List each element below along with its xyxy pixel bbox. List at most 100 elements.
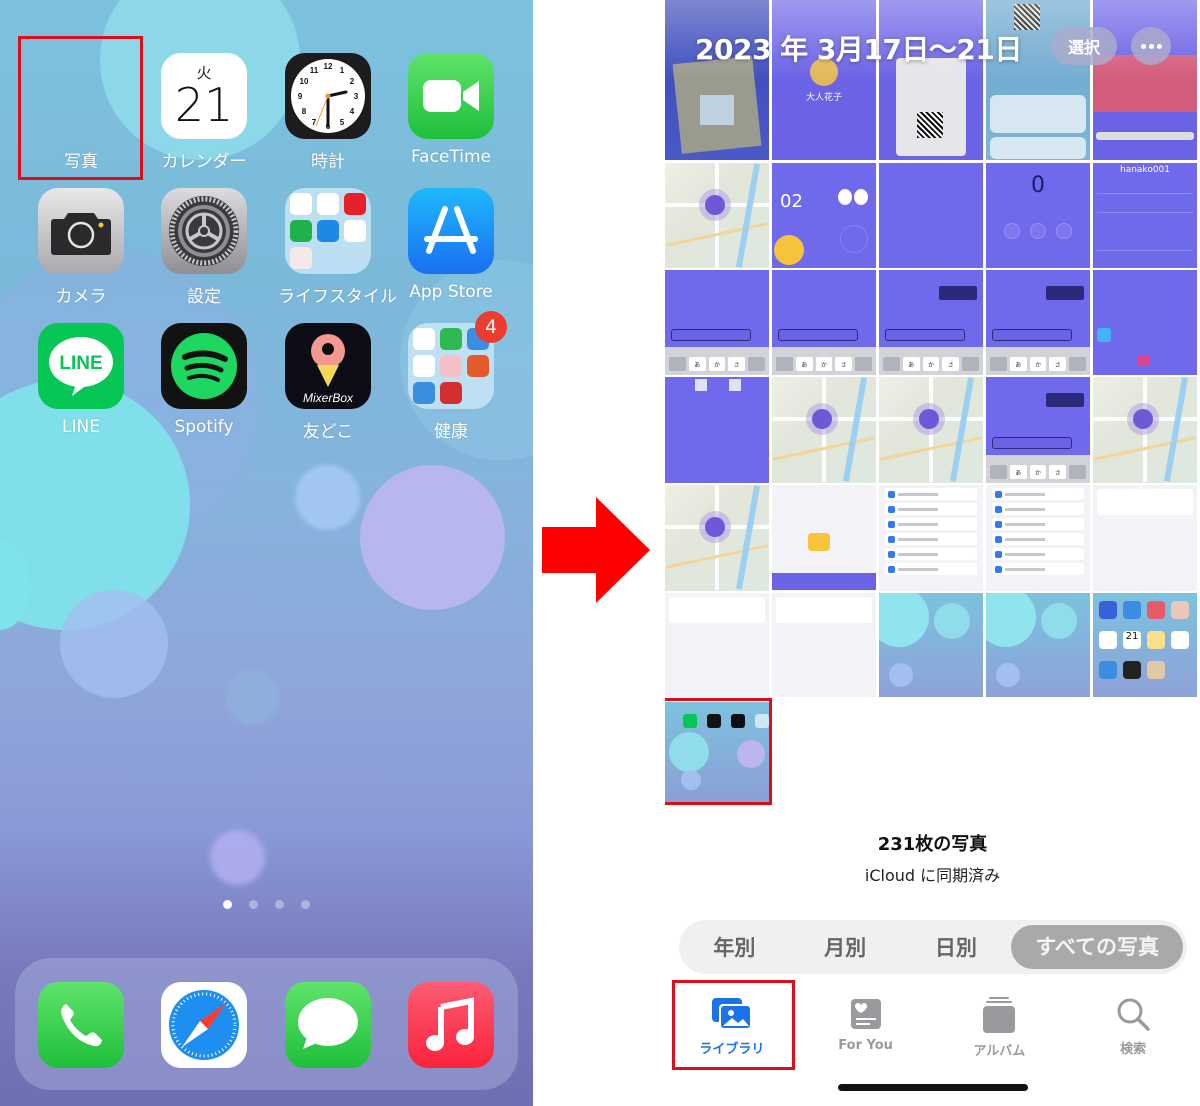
tab-albums[interactable]: アルバム <box>933 980 1067 1070</box>
svg-text:11: 11 <box>310 66 319 75</box>
facetime-icon <box>408 53 494 139</box>
photo-thumbnail[interactable] <box>986 593 1090 697</box>
app-label: FaceTime <box>410 147 492 167</box>
page-dot[interactable] <box>275 900 284 909</box>
date-range-title: 2023 年 3月17日〜21日 <box>695 33 1022 66</box>
tab-label: アルバム <box>973 1044 1026 1059</box>
home-indicator[interactable] <box>838 1084 1028 1091</box>
dock-safari[interactable] <box>154 982 254 1068</box>
safari-icon <box>161 982 247 1068</box>
photo-thumbnail[interactable] <box>1093 485 1197 591</box>
spotify-icon <box>161 323 247 409</box>
calendar-day: 21 <box>1125 631 1139 642</box>
mini-app-icon <box>467 355 489 377</box>
app-label: App Store <box>409 282 493 302</box>
highlight-box <box>18 36 143 180</box>
photo-thumbnail[interactable] <box>879 485 983 591</box>
mini-app-icon <box>290 220 312 242</box>
app-tomodoko[interactable]: MixerBox 友どこ <box>278 323 378 442</box>
photo-thumbnail[interactable] <box>1093 377 1197 483</box>
photo-thumbnail[interactable] <box>665 377 769 483</box>
photo-thumbnail[interactable]: 21 <box>1093 593 1197 697</box>
select-button[interactable]: 選択 <box>1051 27 1117 65</box>
photo-thumbnail[interactable] <box>772 485 876 591</box>
notification-badge: 4 <box>475 311 507 343</box>
app-label: 健康 <box>434 422 468 442</box>
messages-icon <box>285 982 371 1068</box>
counter-value: 02 <box>780 191 803 212</box>
app-clock[interactable]: 1212 345 678 91011 時計 <box>278 53 378 172</box>
photo-thumbnail[interactable]: 0 <box>986 163 1090 268</box>
segment-years[interactable]: 年別 <box>679 932 790 962</box>
segment-months[interactable]: 月別 <box>790 932 901 962</box>
dock-phone[interactable] <box>31 982 131 1068</box>
mini-app-icon <box>290 193 312 215</box>
photo-thumbnail[interactable]: あかさ <box>665 270 769 375</box>
mixerbox-icon: MixerBox <box>285 323 371 409</box>
photo-thumbnail[interactable]: hanako001 <box>1093 163 1197 268</box>
mini-app-icon <box>413 355 435 377</box>
folder-lifestyle[interactable]: ライフスタイル <box>278 188 397 307</box>
mini-app-icon <box>317 193 339 215</box>
photo-thumbnail[interactable] <box>986 485 1090 591</box>
app-calendar[interactable]: 火 21 カレンダー <box>154 53 254 172</box>
app-camera[interactable]: カメラ <box>31 188 131 307</box>
tab-for-you[interactable]: For You <box>799 980 933 1070</box>
right-arrow-icon <box>542 497 650 603</box>
folder-health[interactable]: 4 健康 <box>401 311 507 442</box>
view-segmented-control: 年別 月別 日別 すべての写真 <box>679 920 1187 974</box>
app-label: Spotify <box>174 417 234 437</box>
music-icon <box>408 982 494 1068</box>
app-line[interactable]: LINE LINE <box>31 323 131 437</box>
app-label: LINE <box>62 417 100 437</box>
for-you-icon <box>850 999 881 1029</box>
clock-icon: 1212 345 678 91011 <box>285 53 371 139</box>
photo-thumbnail[interactable] <box>1093 270 1197 375</box>
photo-thumbnail[interactable] <box>879 377 983 483</box>
username-label: hanako001 <box>1119 165 1170 175</box>
mini-app-icon <box>413 328 435 350</box>
page-dot[interactable] <box>223 900 232 909</box>
photo-thumbnail[interactable] <box>665 593 769 697</box>
app-spotify[interactable]: Spotify <box>154 323 254 437</box>
segment-all-photos[interactable]: すべての写真 <box>1011 925 1183 969</box>
tab-search[interactable]: 検索 <box>1066 980 1200 1070</box>
photo-thumbnail[interactable]: あかさ <box>986 270 1090 375</box>
mini-app-icon <box>317 220 339 242</box>
photo-thumbnail[interactable]: あかさ <box>986 377 1090 483</box>
dock-music[interactable] <box>401 982 501 1068</box>
app-store-icon <box>408 188 494 274</box>
app-settings[interactable]: 設定 <box>154 188 254 307</box>
phone-icon <box>38 982 124 1068</box>
app-label: 設定 <box>187 287 221 307</box>
svg-text:3: 3 <box>354 92 359 101</box>
segment-days[interactable]: 日別 <box>901 932 1012 962</box>
more-button[interactable] <box>1131 27 1171 65</box>
home-screen: 写真 火 21 カレンダー 1212 345 678 91011 <box>0 0 533 1106</box>
photo-thumbnail[interactable] <box>879 163 983 268</box>
dock-messages[interactable] <box>278 982 378 1068</box>
app-app-store[interactable]: App Store <box>401 188 501 302</box>
calendar-icon: 火 21 <box>161 53 247 139</box>
page-indicator[interactable] <box>0 900 533 909</box>
svg-text:8: 8 <box>302 107 307 116</box>
highlight-box <box>665 698 772 805</box>
wallpaper-bubble <box>225 670 280 725</box>
page-dot[interactable] <box>301 900 310 909</box>
line-logo-text: LINE <box>59 353 102 374</box>
photo-thumbnail[interactable] <box>772 377 876 483</box>
photo-thumbnail[interactable] <box>665 485 769 591</box>
photo-thumbnail[interactable] <box>879 593 983 697</box>
app-facetime[interactable]: FaceTime <box>401 53 501 167</box>
svg-text:12: 12 <box>324 62 333 71</box>
photo-thumbnail[interactable] <box>772 593 876 697</box>
wallpaper-bubble <box>360 465 505 610</box>
calendar-day: 21 <box>174 78 234 132</box>
photo-thumbnail[interactable]: あかさ <box>879 270 983 375</box>
app-label: カメラ <box>55 287 107 307</box>
page-dot[interactable] <box>249 900 258 909</box>
photo-thumbnail[interactable]: 02 <box>772 163 876 268</box>
photo-thumbnail[interactable]: あかさ <box>772 270 876 375</box>
photo-thumbnail[interactable] <box>665 163 769 268</box>
photo-count: 231枚の写真 <box>877 834 988 855</box>
